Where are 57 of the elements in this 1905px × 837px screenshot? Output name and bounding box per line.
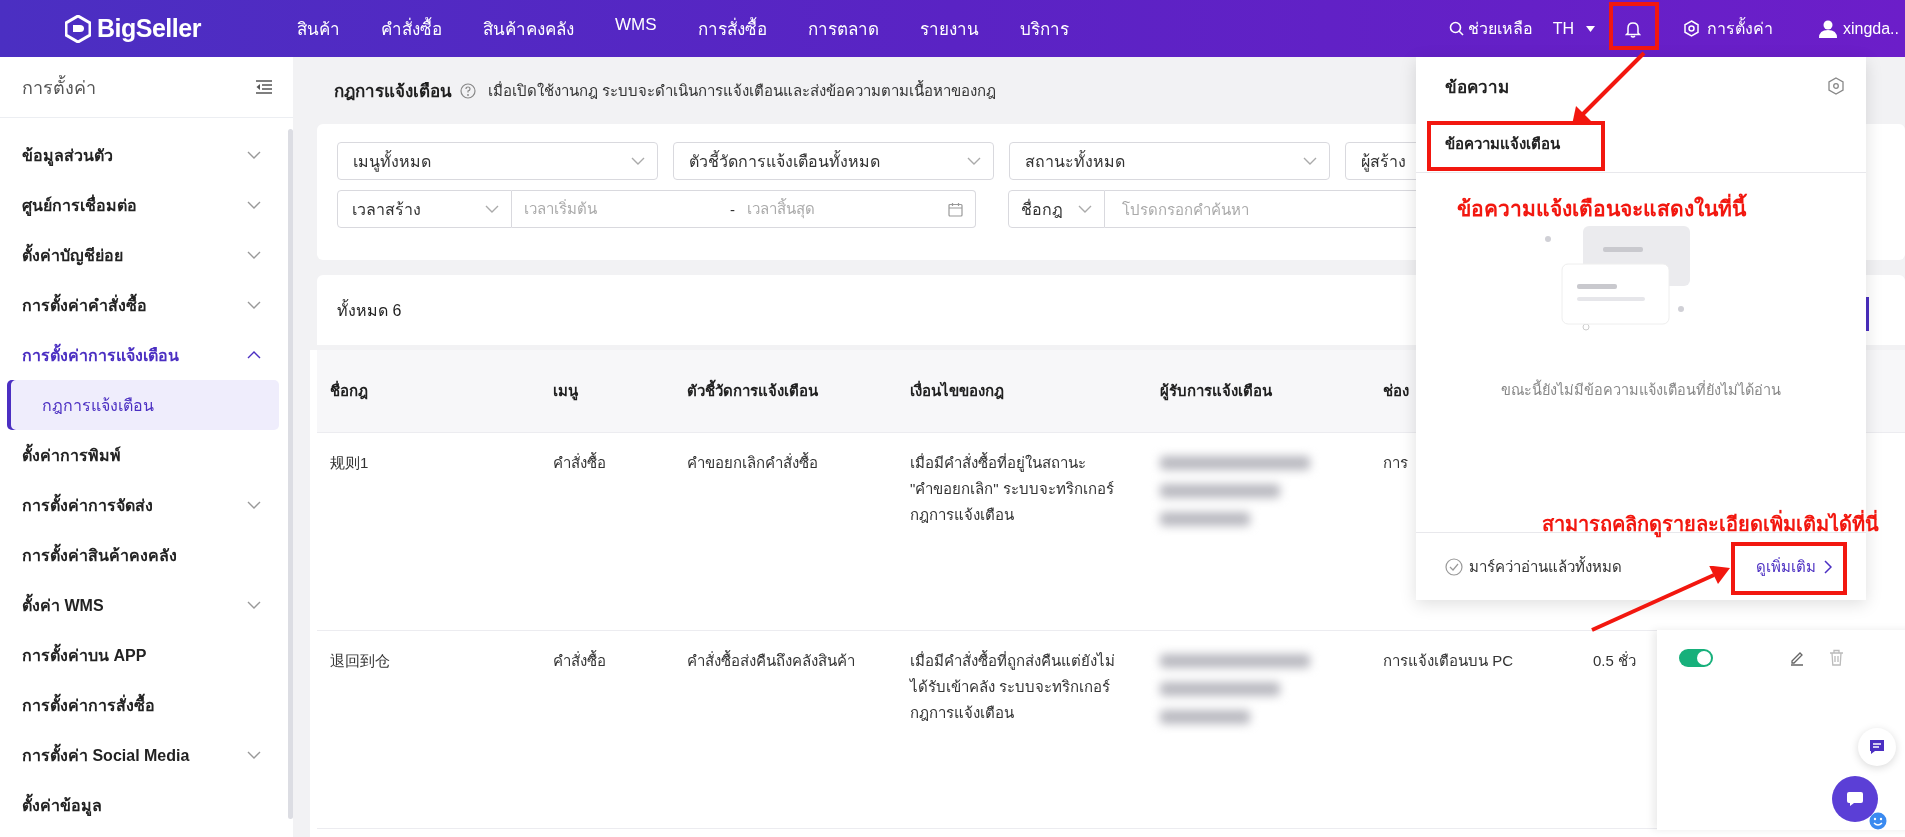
help-link[interactable]: ช่วยเหลือ (1448, 16, 1533, 41)
table-cell-text: คำสั่งซื้อส่งคืนถึงคลังสินค้า (686, 649, 856, 671)
sidebar-item[interactable]: ตั้งค่าข้อมูล (0, 780, 285, 830)
sidebar-subitem[interactable]: กฎการแจ้งเตือน (7, 380, 279, 430)
user-menu[interactable]: xingda.. (1818, 19, 1899, 38)
filter-select[interactable]: ตัวชี้วัดการแจ้งเตือนทั้งหมด (673, 142, 994, 180)
nav-item[interactable]: การสั่งซื้อ (697, 15, 767, 42)
filter-select[interactable]: สถานะทั้งหมด (1009, 142, 1330, 180)
total-count: ทั้งหมด 6 (337, 298, 402, 321)
view-more-link[interactable]: ดูเพิ่มเติม (1756, 554, 1832, 579)
sidebar-title: การตั้งค่า (22, 74, 96, 100)
nav-item[interactable]: WMS (615, 15, 657, 42)
table-cell-text: 退回到仓 (329, 651, 391, 671)
column-header: ผู้รับการแจ้งเตือน (1159, 381, 1273, 403)
annotation-text: สามารถคลิกดูรายละเอียดเพิ่มเติมได้ที่นี่ (1542, 509, 1879, 540)
settings-link[interactable]: การตั้งค่า (1682, 16, 1773, 41)
table-cell-text: คำสั่งซื้อ (552, 451, 607, 473)
filter-select[interactable]: เมนูทั้งหมด (337, 142, 658, 180)
sidebar-item[interactable]: การตั้งค่าการแจ้งเตือน (0, 330, 285, 380)
sidebar-item[interactable]: การตั้งค่าการสั่งซื้อ (0, 680, 285, 730)
sidebar-item[interactable]: การตั้งค่าสินค้าคงคลัง (0, 530, 285, 580)
time-type-select[interactable]: เวลาสร้าง (337, 190, 512, 228)
table-cell-text: การ (1382, 453, 1409, 473)
page-title: กฎการแจ้งเตือน (334, 81, 452, 103)
sidebar-item[interactable]: ศูนย์การเชื่อมต่อ (0, 180, 285, 230)
language-select[interactable]: TH (1552, 19, 1595, 38)
page-description: เมื่อเปิดใช้งานกฎ ระบบจะดำเนินการแจ้งเตือนและส่งข้อความตามเนื้อหาของกฎ (488, 79, 997, 101)
table-cell-text: การแจ้งเตือนบน PC (1382, 651, 1514, 671)
column-header: ชื่อกฎ (329, 379, 369, 402)
logo-text[interactable]: BigSeller (97, 14, 201, 43)
sidebar-item[interactable]: ตั้งค่าการพิมพ์ (0, 430, 285, 480)
sidebar-item[interactable]: การตั้งค่าการจัดส่ง (0, 480, 285, 530)
nav-item[interactable]: คำสั่งซื้อ (381, 15, 442, 42)
mark-all-read-button[interactable]: มาร์คว่าอ่านแล้วทั้งหมด (1445, 554, 1622, 579)
popup-title: ข้อความ (1445, 76, 1509, 99)
table-cell-text: 规则1 (329, 453, 370, 473)
sidebar-item[interactable]: การตั้งค่า Social Media (0, 730, 285, 780)
table-cell-text: 0.5 ชั่ว (1592, 650, 1638, 671)
table-cell-text: เมื่อมีคำสั่งซื้อที่ถูกส่งคืนแต่ยังไม่ได้รับเข้าคลัง ระบบจะทริกเกอร์กฎการแจ้งเตือน (908, 649, 1116, 723)
date-range-field[interactable]: เวลาเริ่มต้น - เวลาสิ้นสุด (512, 190, 976, 228)
table-cell-text: คำสั่งซื้อ (552, 649, 607, 671)
empty-message: ขณะนี้ยังไม่มีข้อความแจ้งเตือนที่ยังไม่ได้อ่าน (1501, 378, 1781, 401)
sidebar-item[interactable]: การตั้งค่าคำสั่งซื้อ (0, 280, 285, 330)
sidebar-item[interactable]: ตั้งค่าบัญชีย่อย (0, 230, 285, 280)
table-cell-text: เมื่อมีคำสั่งซื้อที่อยู่ในสถานะ "คำขอยกเลิก" ระบบจะทริกเกอร์กฎการแจ้งเตือน (909, 451, 1115, 525)
table-cell-text: คำขอยกเลิกคำสั่งซื้อ (686, 451, 819, 473)
nav-item[interactable]: รายงาน (919, 15, 979, 42)
nav-item[interactable]: สินค้าคงคลัง (483, 15, 574, 42)
sidebar-item[interactable]: การตั้งค่าบน APP (0, 630, 285, 680)
column-header: ตัวชี้วัดการแจ้งเตือน (674, 379, 897, 403)
nav-item[interactable]: การตลาด (807, 15, 879, 42)
sidebar-item[interactable]: ข้อมูลส่วนตัว (0, 130, 285, 180)
column-header: เงื่อนไขของกฎ (909, 379, 1005, 402)
sidebar-item[interactable]: ตั้งค่า WMS (0, 580, 285, 630)
nav-item[interactable]: บริการ (1019, 15, 1069, 42)
column-header: เมนู (552, 381, 579, 403)
nav-item[interactable]: สินค้า (297, 15, 340, 42)
